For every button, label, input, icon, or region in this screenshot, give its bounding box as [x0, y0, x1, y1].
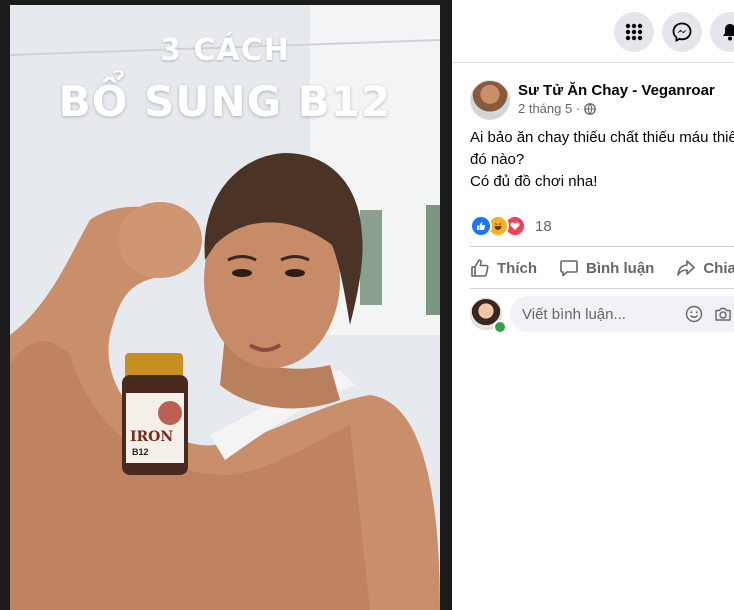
photo-viewer: 3 CÁCH BỔ SUNG B12 IRON B12 — [0, 0, 452, 610]
emoji-icon[interactable] — [685, 305, 703, 323]
like-icon — [471, 259, 489, 277]
menu-button[interactable] — [614, 12, 654, 52]
bottle-sub-label: B12 — [132, 447, 149, 457]
divider — [470, 246, 734, 247]
camera-icon[interactable] — [714, 305, 732, 323]
post-text: Ai bảo ăn chay thiếu chất thiếu máu thiế… — [470, 127, 734, 193]
bottle-brand-label: IRON — [130, 429, 174, 445]
notification-bell-icon — [723, 24, 734, 41]
overlay-title-line1: 3 CÁCH — [160, 33, 290, 68]
post-meta: 2 tháng 5 · — [518, 101, 597, 116]
online-status-dot — [493, 320, 507, 334]
share-label: Chia — [703, 259, 734, 277]
share-button[interactable]: Chia — [676, 258, 734, 278]
comment-icon — [560, 260, 578, 277]
divider — [470, 288, 734, 289]
share-icon — [677, 260, 696, 276]
post-actions: Thích Bình luận Chia — [470, 250, 734, 286]
like-label: Thích — [497, 259, 537, 277]
comment-button[interactable]: Bình luận — [559, 258, 654, 278]
post-text-line: Có đủ đồ chơi nha! — [470, 173, 598, 190]
page-avatar[interactable] — [470, 80, 510, 120]
top-bar — [452, 0, 734, 63]
messenger-button[interactable] — [662, 12, 702, 52]
overlay-title-line2: BỔ SUNG B12 — [58, 77, 392, 126]
post-header: Sư Tử Ăn Chay - Veganroar 2 tháng 5 · — [470, 80, 730, 120]
post-text-line: đó nào? — [470, 151, 525, 168]
reaction-summary[interactable]: 18 — [470, 215, 552, 237]
comment-input[interactable]: Viết bình luận... — [510, 296, 734, 332]
like-button[interactable]: Thích — [470, 258, 537, 278]
like-reaction-icon — [470, 215, 492, 237]
reaction-count: 18 — [535, 217, 552, 235]
messenger-icon — [672, 22, 692, 42]
post-photo[interactable]: 3 CÁCH BỔ SUNG B12 IRON B12 — [10, 5, 440, 610]
globe-icon — [584, 102, 597, 115]
comment-label: Bình luận — [586, 259, 655, 277]
comment-composer: Viết bình luận... — [470, 296, 734, 334]
page-name-link[interactable]: Sư Tử Ăn Chay - Veganroar — [518, 82, 715, 99]
notifications-button[interactable] — [710, 12, 734, 52]
post-time[interactable]: 2 tháng 5 · — [518, 101, 580, 116]
comment-placeholder: Viết bình luận... — [522, 305, 626, 323]
post-details-pane: Sư Tử Ăn Chay - Veganroar 2 tháng 5 · Ai… — [452, 0, 734, 610]
grid-menu-icon — [625, 23, 643, 41]
post-text-line: Ai bảo ăn chay thiếu chất thiếu máu thiế… — [470, 129, 734, 146]
